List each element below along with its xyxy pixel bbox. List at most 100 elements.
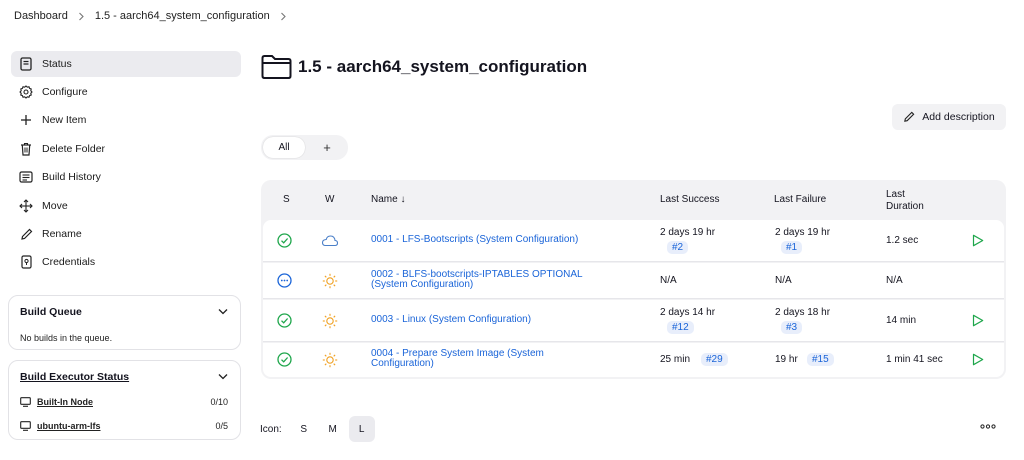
sidebar-item-label: Rename <box>42 228 82 240</box>
last-duration: N/A <box>886 275 903 286</box>
job-link-line2: (System Configuration) <box>371 279 474 290</box>
sidebar-item-label: New Item <box>42 114 87 126</box>
header-weather[interactable]: W <box>325 194 334 205</box>
header-last-duration[interactable]: Last Duration <box>886 189 924 213</box>
credentials-icon <box>19 255 33 269</box>
cloudy-weather-icon <box>321 234 339 247</box>
build-queue-empty: No builds in the queue. <box>20 333 113 343</box>
executor-node: Built-In Node 0/10 <box>20 397 228 407</box>
table-row: 0001 - LFS-Bootscripts (System Configura… <box>263 220 1004 262</box>
icon-size-selector: Icon: S M L <box>260 416 375 442</box>
executor-node-link[interactable]: Built-In Node <box>37 397 93 407</box>
last-success-build-link[interactable]: #29 <box>701 353 728 366</box>
last-failure-build-link[interactable]: #3 <box>781 321 803 334</box>
status-icon <box>19 57 33 71</box>
plus-icon <box>19 113 33 127</box>
add-description-label: Add description <box>922 111 995 123</box>
icon-size-l[interactable]: L <box>348 416 375 442</box>
move-icon <box>19 199 33 213</box>
job-link[interactable]: 0002 - BLFS-bootscripts-IPTABLES OPTIONA… <box>371 270 583 290</box>
chevron-down-icon[interactable] <box>218 308 228 315</box>
table-row: 0004 - Prepare System Image (System Conf… <box>263 343 1004 377</box>
chevron-right-icon[interactable] <box>280 12 287 21</box>
executor-node-link[interactable]: ubuntu-arm-lfs <box>37 421 101 431</box>
build-queue-panel: Build Queue No builds in the queue. <box>8 295 241 350</box>
last-success-build-link[interactable]: #2 <box>667 241 689 254</box>
play-icon[interactable] <box>972 234 984 247</box>
last-failure-text: N/A <box>775 275 792 286</box>
job-link[interactable]: 0004 - Prepare System Image (System Conf… <box>371 349 544 369</box>
folder-icon <box>261 54 292 80</box>
computer-icon <box>20 421 31 431</box>
not-built-status-icon <box>277 273 292 288</box>
play-icon[interactable] <box>972 353 984 366</box>
tab-all[interactable]: All <box>263 137 305 158</box>
view-tabs: All + <box>261 135 348 160</box>
build-queue-title[interactable]: Build Queue <box>20 306 82 318</box>
breadcrumb-dashboard[interactable]: Dashboard <box>14 10 68 22</box>
sidebar-item-build-history[interactable]: Build History <box>11 164 241 190</box>
executor-node-count: 0/5 <box>215 421 228 431</box>
icon-size-m[interactable]: M <box>320 416 346 442</box>
chevron-down-icon[interactable] <box>218 373 228 380</box>
sunny-weather-icon <box>322 352 338 368</box>
header-last-duration-line1: Last <box>886 189 905 200</box>
last-failure-text: 2 days 18 hr <box>775 307 831 318</box>
success-status-icon <box>277 233 292 248</box>
sidebar-item-label: Status <box>42 58 72 70</box>
play-icon[interactable] <box>972 314 984 327</box>
job-link[interactable]: 0003 - Linux (System Configuration) <box>371 315 531 325</box>
sunny-weather-icon <box>322 313 338 329</box>
header-last-failure[interactable]: Last Failure <box>774 194 826 205</box>
last-success-build-link[interactable]: #12 <box>667 321 694 334</box>
sidebar-item-credentials[interactable]: Credentials <box>11 249 241 275</box>
breadcrumb-folder[interactable]: 1.5 - aarch64_system_configuration <box>95 10 270 22</box>
executor-node: ubuntu-arm-lfs 0/5 <box>20 421 228 431</box>
pencil-icon <box>19 227 33 241</box>
job-link[interactable]: 0001 - LFS-Bootscripts (System Configura… <box>371 235 578 245</box>
last-success-text: 2 days 19 hr <box>660 227 716 238</box>
add-view-button[interactable]: + <box>315 137 339 158</box>
last-failure-text: 19 hr <box>775 354 798 365</box>
last-failure-build-link[interactable]: #1 <box>781 241 803 254</box>
last-success-text: 2 days 14 hr <box>660 307 716 318</box>
header-name[interactable]: Name ↓ <box>371 194 405 205</box>
header-last-success[interactable]: Last Success <box>660 194 719 205</box>
table-row: 0002 - BLFS-bootscripts-IPTABLES OPTIONA… <box>263 263 1004 299</box>
sidebar-item-label: Configure <box>42 86 88 98</box>
build-executor-title[interactable]: Build Executor Status <box>20 371 129 383</box>
sidebar-item-status[interactable]: Status <box>11 51 241 77</box>
last-duration: 14 min <box>886 315 917 326</box>
last-failure-text: 2 days 19 hr <box>775 227 831 238</box>
chevron-right-icon <box>78 12 85 21</box>
header-status[interactable]: S <box>283 194 290 205</box>
job-link-line2: Configuration) <box>371 358 434 369</box>
sidebar-item-label: Delete Folder <box>42 143 106 155</box>
icon-size-label: Icon: <box>260 423 282 435</box>
icon-size-s[interactable]: S <box>291 416 317 442</box>
sidebar-item-move[interactable]: Move <box>11 193 241 219</box>
last-duration: 1 min 41 sec <box>886 354 943 365</box>
sidebar-item-new-item[interactable]: New Item <box>11 107 241 133</box>
jobs-table: S W Name ↓ Last Success Last Failure Las… <box>261 180 1006 379</box>
sunny-weather-icon <box>322 273 338 289</box>
sidebar-item-label: Move <box>42 200 68 212</box>
last-failure-build-link[interactable]: #15 <box>807 353 834 366</box>
gear-icon <box>19 85 33 99</box>
more-options-icon[interactable] <box>980 424 996 429</box>
last-success-text: 25 min <box>660 354 691 365</box>
table-row: 0003 - Linux (System Configuration) 2 da… <box>263 300 1004 342</box>
page-title: 1.5 - aarch64_system_configuration <box>298 57 588 76</box>
build-executor-panel: Build Executor Status Built-In Node 0/10… <box>8 360 241 440</box>
sidebar-item-label: Build History <box>42 171 101 183</box>
sidebar-item-rename[interactable]: Rename <box>11 221 241 247</box>
add-description-button[interactable]: Add description <box>892 104 1006 130</box>
sidebar-item-delete-folder[interactable]: Delete Folder <box>11 136 241 162</box>
last-success-text: N/A <box>660 275 677 286</box>
pencil-icon <box>903 111 922 123</box>
computer-icon <box>20 397 31 407</box>
executor-node-count: 0/10 <box>210 397 228 407</box>
success-status-icon <box>277 313 292 328</box>
history-icon <box>19 170 33 184</box>
sidebar-item-configure[interactable]: Configure <box>11 79 241 105</box>
